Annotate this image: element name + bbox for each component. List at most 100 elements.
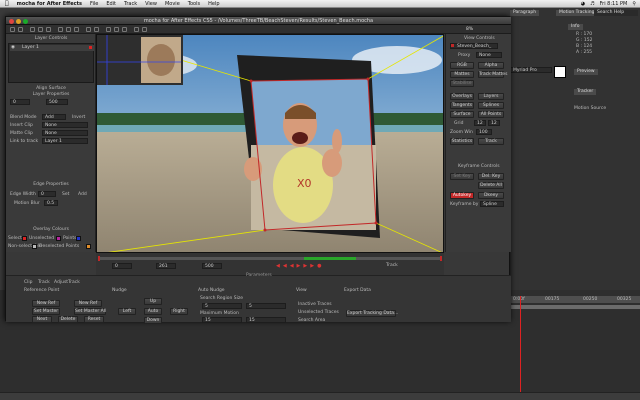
ae-color-swatch[interactable] (554, 66, 566, 78)
ae-playhead[interactable] (520, 296, 521, 392)
rotate-icon[interactable] (114, 27, 119, 32)
add-button[interactable]: Add (78, 192, 87, 197)
reset-button[interactable]: Reset (84, 316, 104, 323)
menu-help[interactable]: Help (204, 1, 223, 7)
open-icon[interactable] (10, 27, 15, 32)
clip-select[interactable]: Steven_Beach_ (450, 43, 498, 49)
selected-swatch[interactable] (22, 236, 27, 241)
tangents-button[interactable]: Tangents (450, 102, 474, 109)
bezier-icon[interactable] (66, 27, 71, 32)
alpha-button[interactable]: Alpha (478, 62, 504, 69)
grid-icon[interactable] (94, 27, 99, 32)
in-frame-field[interactable]: 0 (112, 263, 132, 269)
menu-movie[interactable]: Movie (161, 1, 184, 7)
tab-track[interactable]: Track (38, 280, 50, 285)
grid-x-field[interactable]: 12 (474, 120, 486, 126)
search-area-checkbox[interactable]: Search Area (298, 318, 325, 323)
ae-tab-info[interactable]: Info (568, 24, 583, 30)
search-region-x[interactable]: 5 (202, 303, 242, 309)
surface-icon[interactable] (86, 27, 91, 32)
edge-width-field[interactable]: 0 (38, 191, 56, 197)
overlays-button[interactable]: Overlays (450, 93, 474, 100)
ae-time-ruler[interactable]: 0:00f 00175 00250 00325 (505, 296, 640, 303)
layers-button[interactable]: Layers (478, 93, 504, 100)
blend-mode-select[interactable]: Add (42, 114, 66, 120)
viewer[interactable]: X0 (96, 34, 444, 253)
set-master-button[interactable]: Set Master (32, 308, 60, 315)
nudge-auto-button[interactable]: Auto (144, 308, 162, 315)
all-points-button[interactable]: All Points (478, 111, 504, 118)
inactive-traces-checkbox[interactable]: Inactive Traces (298, 302, 332, 307)
scale-icon[interactable] (122, 27, 127, 32)
unselected-traces-checkbox[interactable]: Unselected Traces (298, 310, 339, 315)
link-to-track-select[interactable]: Layer 1 (42, 138, 88, 144)
out-point-field[interactable]: 500 (46, 99, 68, 105)
non-selectable-swatch[interactable] (32, 244, 37, 249)
rgb-button[interactable]: RGB (450, 62, 474, 69)
ae-search-help[interactable]: Search Help (594, 10, 638, 16)
splines-button[interactable]: Splines (478, 102, 504, 109)
layer-icon[interactable] (106, 27, 111, 32)
out-frame-field[interactable]: 500 (202, 263, 222, 269)
viewer-image[interactable]: X0 (97, 35, 444, 253)
delete-all-button[interactable]: Delete All (478, 182, 504, 189)
save-icon[interactable] (18, 27, 23, 32)
nudge-right-button[interactable]: Right (170, 308, 188, 315)
timeline-in-marker[interactable] (98, 256, 100, 261)
spotlight-icon[interactable]: ⚲ (632, 1, 636, 7)
nudge-left-button[interactable]: Left (118, 308, 136, 315)
clock[interactable]: Fri 8:11 PM (600, 1, 628, 7)
track-icon[interactable] (134, 27, 139, 32)
points-swatch[interactable] (76, 236, 81, 241)
menu-file[interactable]: File (86, 1, 102, 7)
in-point-field[interactable]: 0 (10, 99, 30, 105)
statistics-button[interactable]: Statistics (450, 138, 474, 145)
current-frame-field[interactable]: 261 (156, 263, 176, 269)
menu-view[interactable]: View (141, 1, 161, 7)
new-ref-button[interactable]: New Ref (32, 300, 60, 307)
layer-color-swatch[interactable] (89, 46, 92, 49)
deselected-points-swatch[interactable] (86, 244, 91, 249)
export-tracking-data-button[interactable]: Export Tracking Data... (346, 310, 398, 317)
timeline-out-marker[interactable] (440, 256, 442, 261)
select-icon[interactable] (30, 27, 35, 32)
nudge-up-button[interactable]: Up (144, 298, 162, 305)
proxy-select[interactable]: None (476, 52, 502, 58)
nudge-down-button[interactable]: Down (144, 317, 162, 324)
ae-tab-motion-tracking[interactable]: Motion Tracking (556, 10, 598, 16)
ae-font-select[interactable]: Myriad Pro (510, 67, 552, 73)
set-key-button[interactable]: Set Key (450, 173, 474, 180)
menu-track[interactable]: Track (120, 1, 141, 7)
track-button[interactable]: Track (478, 138, 504, 145)
add-point-icon[interactable] (74, 27, 79, 32)
mattes-button[interactable]: Mattes (450, 71, 474, 78)
link-icon[interactable] (142, 27, 147, 32)
next-button[interactable]: Next (32, 316, 52, 323)
tab-adjusttrack[interactable]: AdjustTrack (54, 280, 80, 285)
autokey-button[interactable]: Autokey (450, 192, 474, 199)
ae-tab-paragraph[interactable]: Paragraph (510, 10, 540, 16)
ae-layer-bar[interactable] (505, 305, 640, 309)
xspline-icon[interactable] (58, 27, 63, 32)
layer-row[interactable]: ◉ Layer 1 (10, 45, 94, 51)
delete-button[interactable]: Delete (58, 316, 78, 323)
zoom-win-field[interactable]: 100 (476, 129, 492, 135)
set-master-all-button[interactable]: Set Master All (74, 308, 106, 315)
eye-icon[interactable]: ◉ (11, 45, 15, 50)
apple-icon[interactable]:  (0, 0, 13, 7)
keyframe-by-select[interactable]: Spline (480, 201, 504, 207)
align-surface-button[interactable]: Align Surface (8, 86, 94, 91)
new-ref-button-2[interactable]: New Ref (74, 300, 102, 307)
wifi-icon[interactable]: ◕ (581, 1, 585, 7)
ae-tab-preview[interactable]: Preview (574, 69, 598, 75)
grid-y-field[interactable]: 12 (488, 120, 500, 126)
volume-icon[interactable]: ♬ (590, 1, 594, 7)
max-motion-y[interactable]: 15 (246, 317, 286, 323)
max-motion-x[interactable]: 15 (202, 317, 242, 323)
app-menu[interactable]: mocha for After Effects (13, 1, 86, 7)
menu-tools[interactable]: Tools (184, 1, 204, 7)
pan-icon[interactable] (38, 27, 43, 32)
transport-controls[interactable]: ◀◀◀▶▶▶● (276, 263, 376, 269)
dkeey-button[interactable]: Dkeey (478, 192, 504, 199)
matte-clip-select[interactable]: None (42, 130, 88, 136)
